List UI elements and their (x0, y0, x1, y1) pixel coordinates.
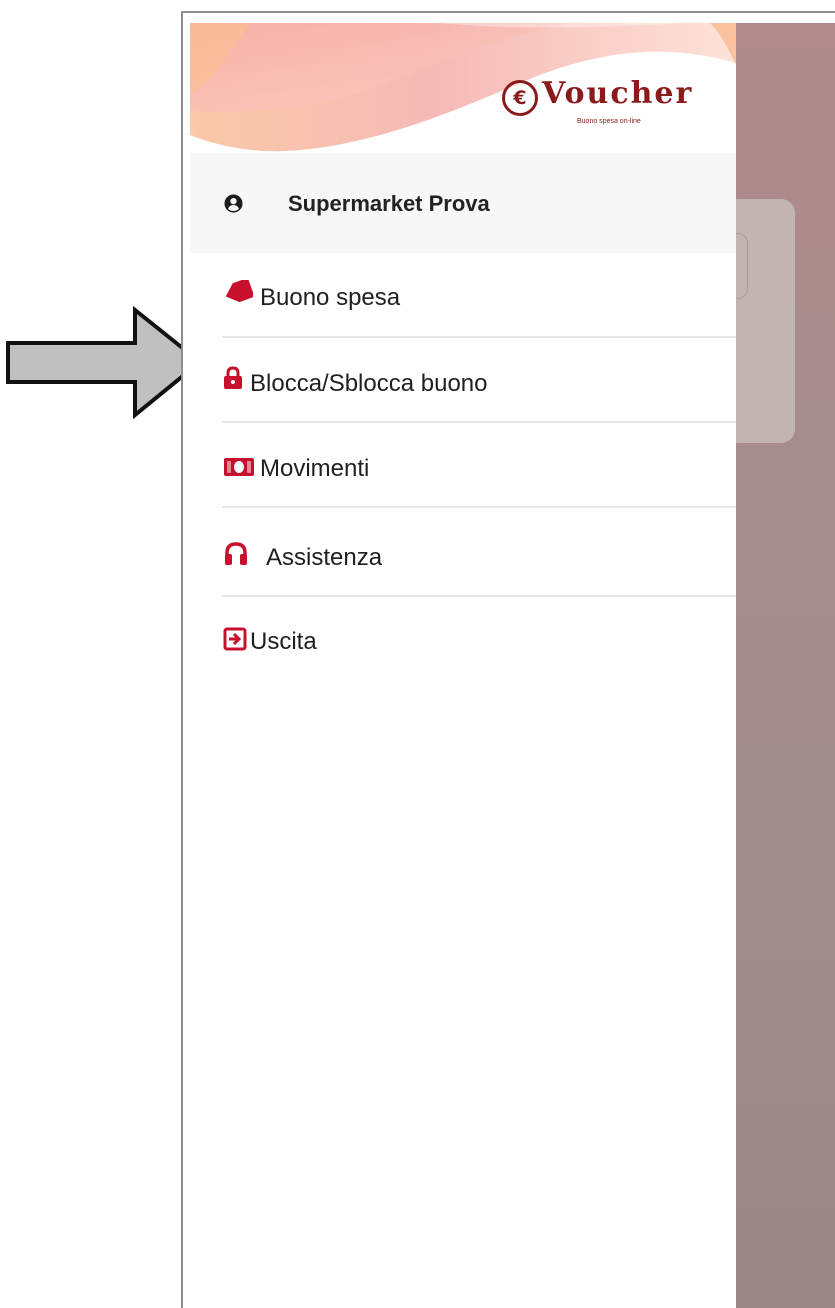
phone-screen: € Voucher Buono spesa on-line Supermarke… (181, 11, 835, 1308)
menu-item-uscita[interactable]: Uscita (190, 597, 736, 682)
menu-item-label: Blocca/Sblocca buono (250, 370, 488, 397)
navigation-drawer: € Voucher Buono spesa on-line Supermarke… (190, 23, 736, 1308)
pointer-arrow-icon (6, 305, 204, 420)
euro-coin-icon: € (502, 80, 538, 116)
money-bill-icon (224, 458, 254, 476)
logo-tagline: Buono spesa on-line (577, 118, 641, 125)
drawer-menu: Buono spesa Blocca/Sblocca buono Movimen… (190, 253, 736, 682)
menu-item-blocca-sblocca-buono[interactable]: Blocca/Sblocca buono (190, 338, 736, 423)
headphones-icon (225, 542, 247, 565)
tag-icon (225, 280, 253, 303)
menu-item-label: Assistenza (266, 544, 383, 571)
user-name: Supermarket Prova (288, 191, 490, 216)
lock-icon (224, 366, 242, 389)
user-circle-icon (224, 194, 243, 213)
voucher-logo: € Voucher Buono spesa on-line (502, 76, 702, 130)
menu-item-label: Uscita (250, 628, 317, 655)
drawer-header: € Voucher Buono spesa on-line (190, 23, 736, 153)
user-profile-row: Supermarket Prova (190, 153, 736, 253)
menu-item-buono-spesa[interactable]: Buono spesa (190, 253, 736, 338)
sign-out-icon (223, 627, 247, 651)
stage: € Voucher Buono spesa on-line Supermarke… (0, 0, 835, 1308)
menu-item-label: Movimenti (260, 455, 370, 482)
menu-item-assistenza[interactable]: Assistenza (190, 508, 736, 597)
menu-item-movimenti[interactable]: Movimenti (190, 423, 736, 508)
logo-wordmark: Voucher (542, 76, 694, 111)
menu-item-label: Buono spesa (260, 284, 401, 311)
